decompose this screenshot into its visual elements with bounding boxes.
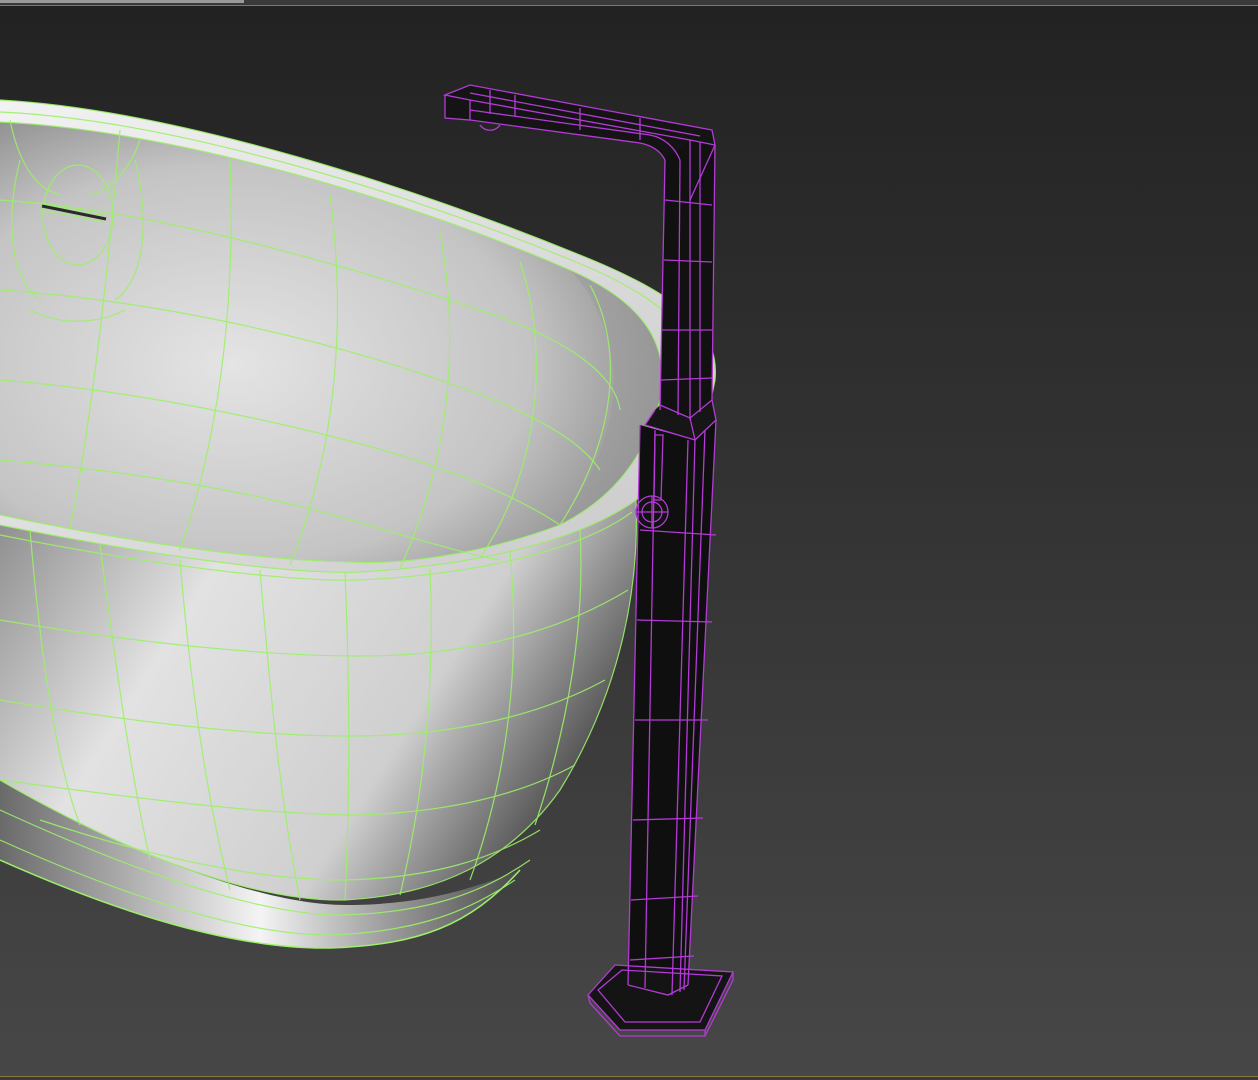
viewport-frame-bottom [0, 1076, 1258, 1080]
viewport-scene[interactable] [0, 0, 1258, 1080]
3d-viewport[interactable] [0, 0, 1258, 1080]
viewport-label-tab[interactable] [0, 0, 244, 3]
